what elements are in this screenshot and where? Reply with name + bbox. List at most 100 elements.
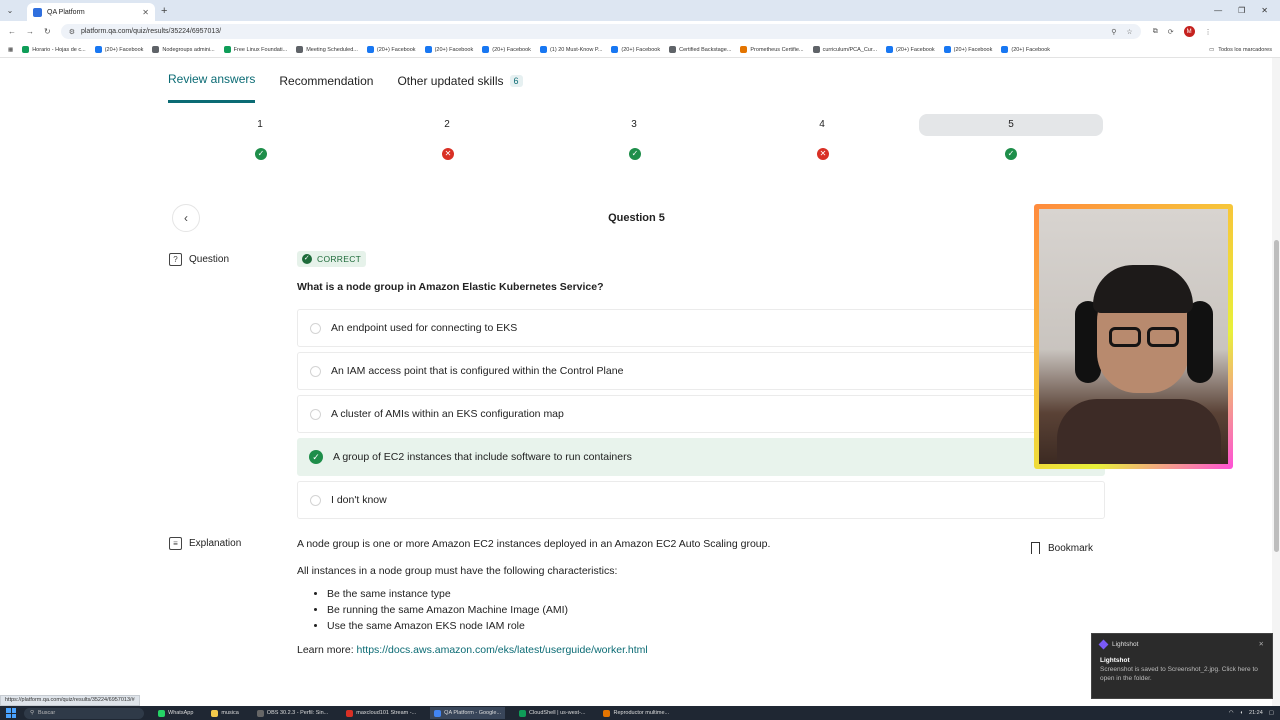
bookmark-favicon-icon (22, 46, 30, 53)
question-title: Question 5 (608, 212, 665, 224)
minimize-icon[interactable]: — (1214, 6, 1222, 15)
taskbar-app[interactable]: musica (207, 707, 242, 719)
close-icon[interactable]: ✕ (1259, 640, 1264, 648)
bookmark-item[interactable]: (20+) Facebook (611, 46, 660, 53)
answer-option[interactable]: A cluster of AMIs within an EKS configur… (297, 395, 1105, 433)
bookmark-button[interactable]: Bookmark (1031, 542, 1093, 554)
radio-icon (310, 365, 321, 377)
close-tab-icon[interactable]: ✕ (142, 8, 149, 17)
answer-option[interactable]: I don't know (297, 481, 1105, 519)
tab-review-answers[interactable]: Review answers (168, 58, 256, 103)
bookmark-item[interactable]: Certified Backstage... (669, 46, 731, 53)
person-body (1057, 399, 1221, 464)
question-nav-2[interactable]: 2 (355, 114, 539, 136)
taskbar-app[interactable]: CloudShell | us-west-... (515, 707, 589, 719)
bookmark-item[interactable]: Prometheus Certifie... (740, 46, 804, 53)
folder-icon: ▭ (1208, 46, 1215, 53)
new-tab-icon[interactable]: + (161, 5, 167, 17)
question-nav-3[interactable]: 3 (542, 114, 726, 136)
browser-tab-title: QA Platform (47, 8, 85, 16)
check-circle-icon: ✓ (629, 148, 641, 160)
wifi-icon[interactable]: ◠ (1229, 710, 1234, 716)
tab-recommendation[interactable]: Recommendation (279, 58, 373, 103)
whatsapp-icon (158, 709, 165, 717)
facebook-icon (94, 46, 102, 53)
taskbar-app[interactable]: WhatsApp (154, 707, 197, 719)
bookmark-item[interactable]: (20+) Facebook (482, 46, 531, 53)
notification-icon[interactable]: ▢ (1269, 710, 1274, 716)
question-nav-1[interactable]: 1 (168, 114, 352, 136)
radio-icon (310, 408, 321, 420)
bookmark-item[interactable]: (1) 20 Must-Know P... (539, 46, 602, 53)
bookmark-item[interactable]: (20+) Facebook (943, 46, 992, 53)
site-info-icon[interactable]: ⚙ (69, 28, 75, 36)
browser-tab[interactable]: QA Platform ✕ (27, 3, 155, 21)
facebook-icon (885, 46, 893, 53)
bookmark-favicon-icon (740, 46, 748, 53)
bookmark-item[interactable]: Nodegroups admini... (152, 46, 215, 53)
taskbar-app[interactable]: maxcloud101 Stream -... (342, 707, 420, 719)
bookmark-item[interactable]: (20+) Facebook (424, 46, 473, 53)
facebook-icon (1001, 46, 1009, 53)
answer-option-selected[interactable]: ✓ A group of EC2 instances that include s… (297, 438, 1105, 476)
question-nav-5[interactable]: 5 (919, 114, 1103, 136)
system-tray: ◠ ◖ 21:24 ▢ (1229, 710, 1274, 716)
previous-question-button[interactable]: ‹ (172, 204, 200, 232)
bookmark-item[interactable]: curriculum/PCA_Cur... (812, 46, 877, 53)
tab-other-updated-skills[interactable]: Other updated skills 6 (397, 58, 523, 103)
list-item: Use the same Amazon EKS node IAM role (327, 620, 1057, 632)
sync-icon[interactable]: ⟳ (1168, 28, 1174, 36)
bookmark-item[interactable]: Meeting Scheduled... (296, 46, 358, 53)
bookmark-item[interactable]: (20+) Facebook (885, 46, 935, 53)
x-circle-icon: ✕ (817, 148, 829, 160)
address-bar[interactable]: ⚙ platform.qa.com/quiz/results/35224/695… (60, 24, 1141, 39)
page-content: Review answers Recommendation Other upda… (0, 58, 1280, 706)
reload-icon[interactable]: ↻ (44, 27, 51, 36)
question-text: What is a node group in Amazon Elastic K… (297, 281, 604, 293)
bookmark-item[interactable]: (20+) Facebook (94, 46, 143, 53)
taskbar-app[interactable]: OBS 30.2.3 - Perfil: Sin... (253, 707, 332, 719)
extensions-icon[interactable]: ⧉ (1153, 28, 1158, 36)
volume-icon[interactable]: ◖ (1240, 710, 1243, 716)
bookmark-item[interactable]: Horario - Hojas de c... (22, 46, 86, 53)
clock[interactable]: 21:24 (1249, 710, 1263, 716)
answer-option[interactable]: An IAM access point that is configured w… (297, 352, 1105, 390)
media-player-icon (603, 709, 611, 717)
youtube-icon (346, 709, 354, 717)
answer-option[interactable]: An endpoint used for connecting to EKS (297, 309, 1105, 347)
bookmark-item[interactable]: Free Linux Foundati... (223, 46, 287, 53)
x-circle-icon: ✕ (442, 148, 454, 160)
answer-list: An endpoint used for connecting to EKS A… (297, 309, 1105, 524)
scrollbar-thumb[interactable] (1274, 240, 1279, 552)
lightshot-icon (1098, 639, 1109, 649)
zoom-icon[interactable]: ⚲ (1111, 28, 1116, 36)
star-icon[interactable]: ☆ (1126, 28, 1132, 36)
restore-icon[interactable]: ❐ (1238, 6, 1245, 15)
bookmark-item[interactable]: (20+) Facebook (366, 46, 416, 53)
linkedin-icon (539, 46, 547, 53)
bookmark-icon (1031, 542, 1040, 554)
taskbar-app-active[interactable]: QA Platform - Google... (430, 707, 506, 719)
browser-toolbar: ← → ↻ ⚙ platform.qa.com/quiz/results/352… (0, 21, 1280, 42)
windows-start-icon[interactable] (6, 708, 16, 718)
close-window-icon[interactable]: ✕ (1261, 6, 1268, 15)
back-icon[interactable]: ← (8, 27, 16, 36)
learn-more-link[interactable]: https://docs.aws.amazon.com/eks/latest/u… (357, 644, 648, 656)
all-bookmarks[interactable]: ▭ Todos los marcadores (1209, 47, 1272, 53)
menu-icon[interactable]: ⋮ (1205, 28, 1212, 36)
forward-icon[interactable]: → (26, 27, 34, 36)
lightshot-notification[interactable]: Lightshot ✕ Lightshot Screenshot is save… (1091, 633, 1273, 699)
taskbar-search[interactable]: ⚲ Buscar (24, 707, 144, 719)
bookmark-item[interactable]: (20+) Facebook (1001, 46, 1050, 53)
tab-list-icon[interactable]: ⌄ (3, 4, 17, 18)
profile-avatar[interactable]: M (1183, 26, 1195, 37)
page-scrollbar[interactable] (1272, 58, 1280, 706)
taskbar-app[interactable]: Reproductor multime... (599, 707, 673, 719)
check-circle-icon: ✓ (309, 450, 323, 464)
facebook-icon (424, 46, 432, 53)
headphone-right (1187, 301, 1213, 383)
results-tabs: Review answers Recommendation Other upda… (168, 58, 523, 103)
question-nav-4[interactable]: 4 (730, 114, 914, 136)
glasses-lens (1109, 327, 1141, 347)
apps-icon[interactable]: ▦ (8, 47, 13, 53)
